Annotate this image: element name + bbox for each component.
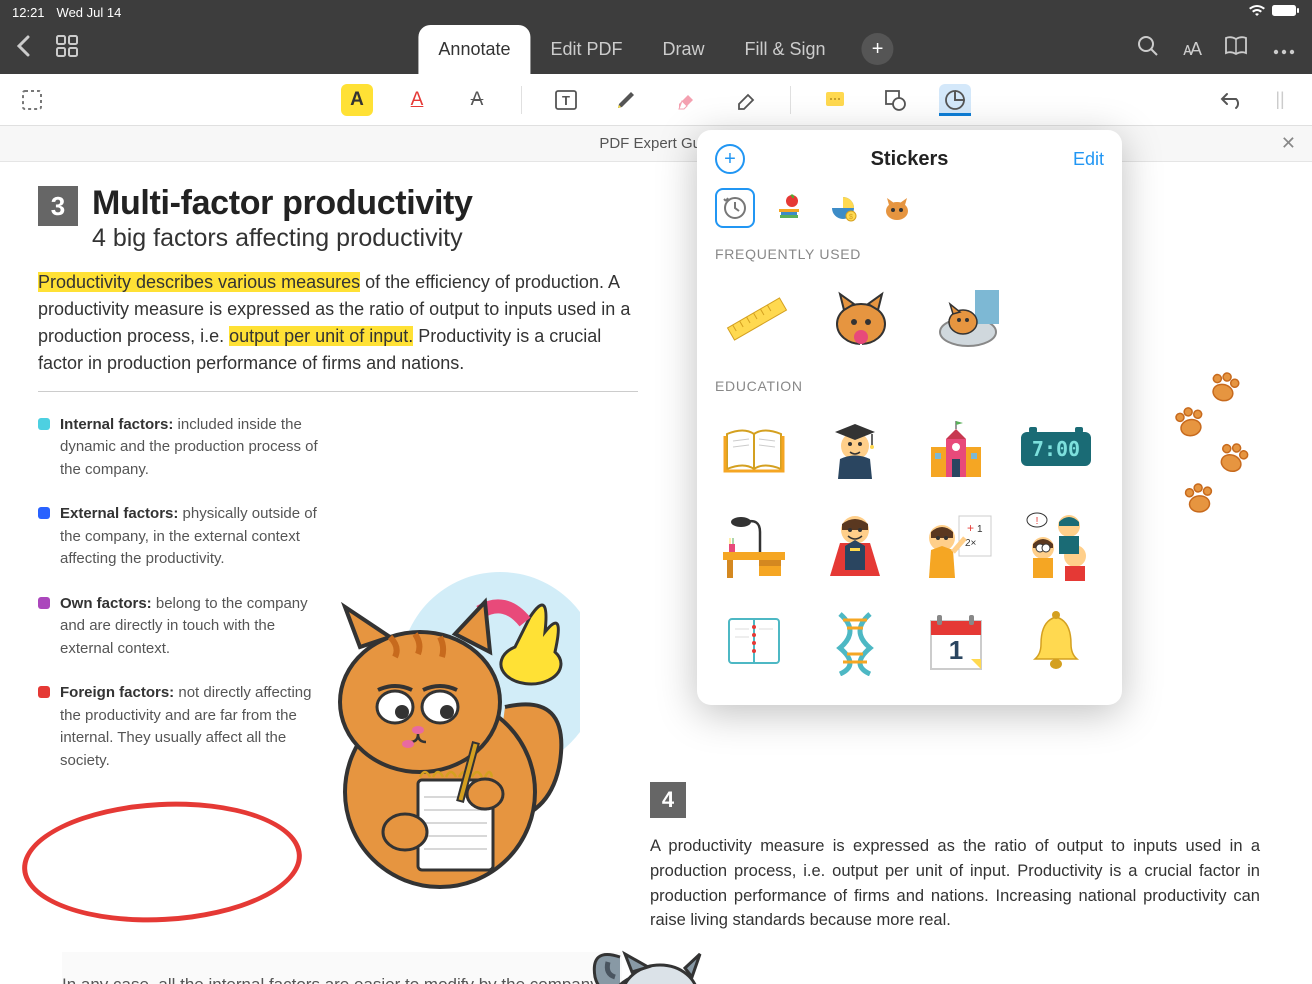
stickers-panel: + Stickers Edit $ FREQUENTLY USED EDUCAT… [697,130,1122,705]
undo-icon[interactable] [1216,84,1248,116]
svg-text:7:00: 7:00 [1032,437,1080,461]
sticker-tool-icon[interactable] [939,84,971,116]
document-title: PDF Expert Guid [599,135,712,152]
note-icon[interactable] [819,84,851,116]
section-title: Multi-factor productivity [92,186,473,222]
sticker-superhero[interactable] [816,506,894,584]
education-label: EDUCATION [697,372,1122,400]
raccoon-sticker[interactable] [580,942,730,984]
right-column: 4 A productivity measure is expressed as… [650,782,1260,933]
category-recent[interactable] [715,188,755,228]
tab-fill-sign[interactable]: Fill & Sign [725,25,846,74]
frequently-used-grid [697,268,1122,372]
highlight-icon[interactable]: A [341,84,373,116]
bullet-cyan [38,418,50,430]
sticker-cat-lollipop[interactable] [822,278,900,356]
sticker-teacher[interactable]: +12× [917,506,995,584]
close-icon[interactable]: ✕ [1281,133,1296,154]
eraser-icon[interactable] [730,84,762,116]
sticker-graduate[interactable] [816,410,894,488]
factor-list: Internal factors: included inside the dy… [38,414,328,773]
status-bar: 12:21 Wed Jul 14 [0,0,1312,24]
sticker-dna[interactable] [816,602,894,680]
category-business[interactable]: $ [823,188,863,228]
factor-external: External factors: physically outside of … [38,503,328,571]
battery-icon [1272,4,1300,20]
eraser-pink-icon[interactable] [670,84,702,116]
sticker-desk[interactable] [715,506,793,584]
redo-stack-icon[interactable]: || [1264,84,1296,116]
sticker-calendar[interactable]: 1 [917,602,995,680]
sticker-cat-bath[interactable] [929,278,1007,356]
section-4-paragraph: A productivity measure is expressed as t… [650,834,1260,933]
highlight-2: output per unit of input. [229,326,413,346]
tab-draw[interactable]: Draw [643,25,725,74]
sticker-notebook[interactable] [715,602,793,680]
factor-own: Own factors: belong to the company and a… [38,593,328,661]
textbox-icon[interactable]: T [550,84,582,116]
factor-internal: Internal factors: included inside the dy… [38,414,328,482]
cat-sticker[interactable] [290,562,580,892]
add-sticker-pack-button[interactable]: + [715,144,745,174]
note-box: In any case, all the internal factors ar… [62,952,622,984]
red-circle-annotation[interactable] [19,795,305,929]
panel-title: Stickers [871,148,949,171]
add-button[interactable]: + [862,33,894,65]
category-cat[interactable] [877,188,917,228]
strikethrough-icon[interactable]: A [461,84,493,116]
paw-prints-sticker[interactable] [1136,362,1266,532]
section-subtitle: 4 big factors affecting productivity [92,224,473,253]
svg-text:!: ! [1036,516,1039,527]
svg-text:T: T [562,93,570,108]
search-icon[interactable] [1137,35,1159,63]
edit-stickers-button[interactable]: Edit [1073,149,1104,170]
select-icon[interactable] [16,84,48,116]
bullet-blue [38,507,50,519]
factor-foreign: Foreign factors: not directly affecting … [38,682,328,772]
book-icon[interactable] [1224,36,1248,62]
svg-text:1: 1 [977,524,983,535]
frequently-used-label: FREQUENTLY USED [697,240,1122,268]
bullet-red [38,686,50,698]
separator [521,86,522,114]
svg-text:$: $ [849,214,853,221]
sticker-open-book[interactable] [715,410,793,488]
sticker-ruler[interactable] [715,278,793,356]
annotation-toolbar: A A A T || [0,74,1312,126]
sticker-students[interactable]: ! [1017,506,1095,584]
section-4-number: 4 [650,782,686,818]
intro-paragraph: Productivity describes various measures … [38,269,638,377]
more-icon[interactable] [1272,36,1296,62]
pen-icon[interactable] [610,84,642,116]
bullet-purple [38,597,50,609]
tab-annotate[interactable]: Annotate [418,25,530,74]
sticker-bell[interactable] [1017,602,1095,680]
section-number: 3 [38,186,78,226]
education-grid: 7:00 +12× ! 1 [697,400,1122,696]
back-icon[interactable] [16,35,32,63]
divider [38,391,638,392]
status-date: Wed Jul 14 [57,5,122,20]
status-time: 12:21 [12,5,45,20]
svg-text:+: + [967,521,974,535]
separator [790,86,791,114]
sticker-clock[interactable]: 7:00 [1017,410,1095,488]
svg-text:1: 1 [949,635,963,665]
underline-icon[interactable]: A [401,84,433,116]
category-education[interactable] [769,188,809,228]
grid-icon[interactable] [56,35,78,63]
highlight-1: Productivity describes various measures [38,272,360,292]
top-nav: Annotate Edit PDF Draw Fill & Sign + ᴀA [0,24,1312,74]
sticker-school[interactable] [917,410,995,488]
wifi-icon [1248,4,1266,20]
text-size-icon[interactable]: ᴀA [1183,39,1200,60]
shape-icon[interactable] [879,84,911,116]
tab-edit-pdf[interactable]: Edit PDF [530,25,642,74]
